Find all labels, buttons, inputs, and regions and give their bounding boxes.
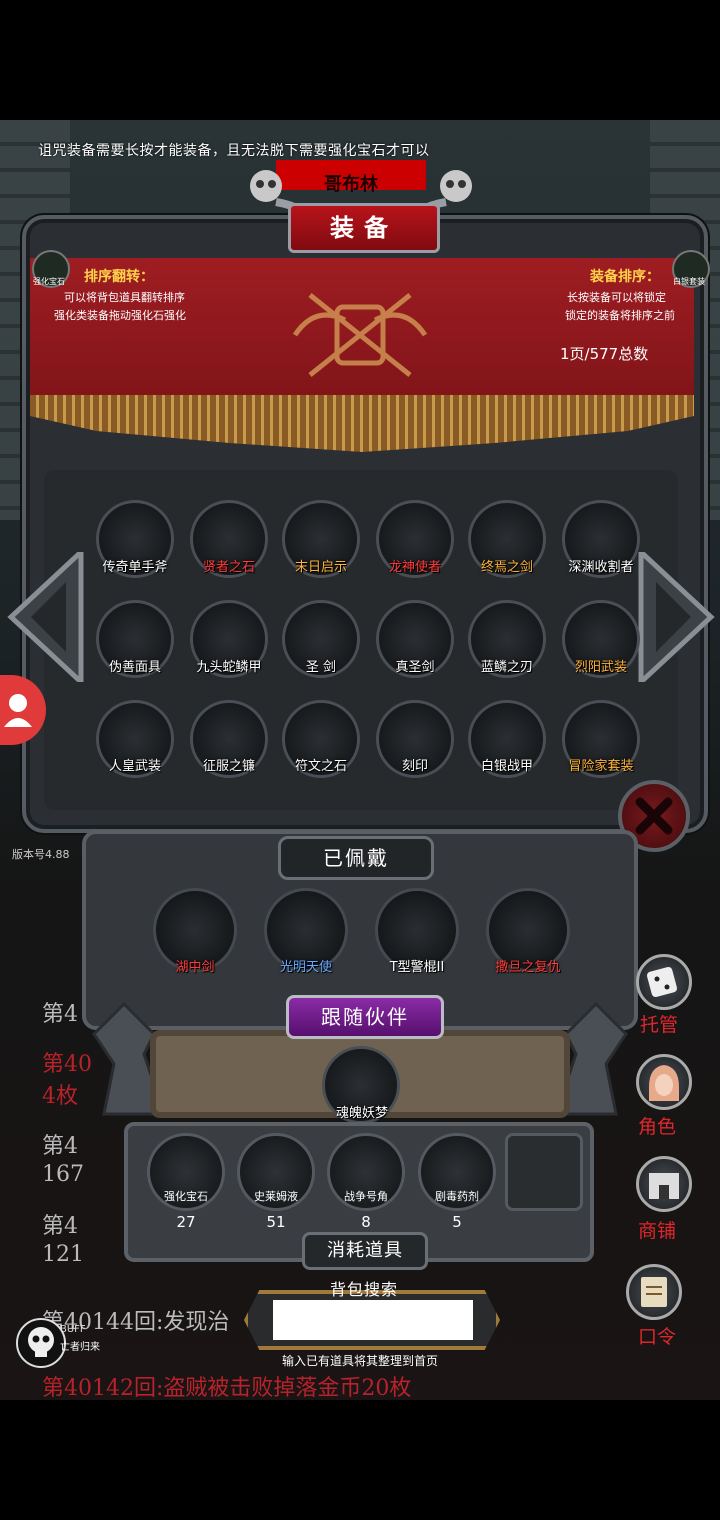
skull-icon [28, 1327, 54, 1357]
consumable-name: 史莱姆液 [254, 1190, 298, 1203]
search-label: 背包搜索 [330, 1280, 399, 1299]
auto-manage-button[interactable] [636, 954, 692, 1010]
page-title: 装备 [288, 203, 440, 253]
log-line: 第40142回:盗贼被击败掉落金币20枚 [42, 1376, 412, 1398]
curse-notice: 诅咒装备需要长按才能装备，且无法脱下需要强化宝石才可以 [38, 143, 430, 159]
scroll-icon [641, 1277, 667, 1307]
page-count: 1页/577总数 [560, 345, 649, 363]
equipped-name: 光明天使 [279, 960, 332, 975]
version-label: 版本号4.88 [12, 848, 70, 861]
consumable-count: 27 [176, 1213, 196, 1231]
equipped-title: 已佩戴 [278, 836, 434, 880]
dice-icon [646, 966, 678, 998]
sort-flip-line: 可以将背包道具翻转排序 [64, 291, 185, 304]
item-name: 伪善面具 [108, 660, 161, 675]
item-name: 符文之石 [294, 759, 347, 774]
character-button[interactable] [636, 1054, 692, 1110]
bottom-black-band [0, 1400, 720, 1520]
item-name: 末日启示 [294, 560, 347, 575]
equip-sort-title[interactable]: 装备排序： [590, 266, 660, 286]
item-name: 贤者之石 [202, 560, 255, 575]
companion-title: 跟随伙伴 [286, 995, 444, 1039]
corner-label-right: 白银套装 [673, 277, 705, 286]
item-name: 真圣剑 [395, 660, 435, 675]
equipped-name: 湖中剑 [175, 960, 215, 975]
auto-manage-label: 托管 [640, 1014, 679, 1036]
consumable-name: 战争号角 [344, 1190, 388, 1203]
item-name: 龙神使者 [388, 560, 441, 575]
shop-button[interactable] [636, 1156, 692, 1212]
log-line: 4枚 [42, 1084, 78, 1109]
item-name: 征服之镰 [202, 759, 255, 774]
hooded-figure-icon [649, 1065, 679, 1101]
companion-name: 魂魄妖梦 [335, 1106, 388, 1121]
code-button[interactable] [626, 1264, 682, 1320]
item-name: 冒险家套装 [568, 759, 634, 774]
consumable-name: 剧毒药剂 [435, 1190, 479, 1203]
user-icon [4, 694, 32, 727]
character-label: 角色 [638, 1116, 677, 1138]
consumable-name: 强化宝石 [164, 1190, 208, 1203]
item-name: 传奇单手斧 [102, 560, 168, 575]
item-name: 深渊收割者 [568, 560, 634, 575]
item-name: 终焉之剑 [480, 560, 533, 575]
equip-sort-line: 长按装备可以将锁定 [567, 291, 666, 304]
log-line: 167 [42, 1162, 84, 1187]
log-line: 第4 [42, 1134, 78, 1159]
consumable-count: 51 [266, 1213, 286, 1231]
item-name: 人皇武装 [108, 759, 161, 774]
consumable-count: 5 [452, 1213, 462, 1231]
item-name: 烈阳武装 [574, 660, 627, 675]
prev-page-arrow-icon[interactable] [6, 552, 86, 682]
shop-label: 商铺 [638, 1220, 677, 1242]
search-hint: 输入已有道具将其整理到首页 [282, 1354, 439, 1368]
item-name: 蓝鳞之刃 [480, 660, 533, 675]
sort-flip-line: 强化类装备拖动强化石强化 [54, 309, 186, 322]
crossed-swords-emblem [292, 293, 428, 377]
item-name: 圣 剑 [305, 660, 337, 675]
equipped-name: 撒旦之复仇 [495, 960, 561, 975]
buff-badge[interactable] [16, 1318, 66, 1368]
top-black-band [0, 0, 720, 120]
corner-label-left: 强化宝石 [33, 277, 65, 286]
shop-icon [649, 1173, 679, 1199]
search-input[interactable] [273, 1300, 473, 1340]
consumable-count: 8 [361, 1213, 371, 1231]
log-line: 121 [42, 1242, 84, 1267]
code-label: 口令 [638, 1326, 677, 1348]
item-name: 白银战甲 [480, 759, 533, 774]
buff-name: 亡者归来 [60, 1342, 100, 1353]
empty-consumable-slot[interactable] [505, 1133, 583, 1211]
item-name: 九头蛇鳞甲 [196, 660, 262, 675]
log-line: 第4 [42, 1214, 78, 1239]
equip-sort-line: 锁定的装备将排序之前 [565, 309, 675, 322]
equipped-name: T型警棍II [389, 960, 445, 975]
profile-button[interactable] [0, 675, 46, 745]
log-line: 第4 [42, 1002, 78, 1027]
consumables-title: 消耗道具 [302, 1232, 428, 1270]
item-name: 刻印 [401, 759, 428, 774]
buff-title: BUFF [60, 1324, 86, 1335]
sort-flip-title[interactable]: 排序翻转： [84, 266, 154, 286]
